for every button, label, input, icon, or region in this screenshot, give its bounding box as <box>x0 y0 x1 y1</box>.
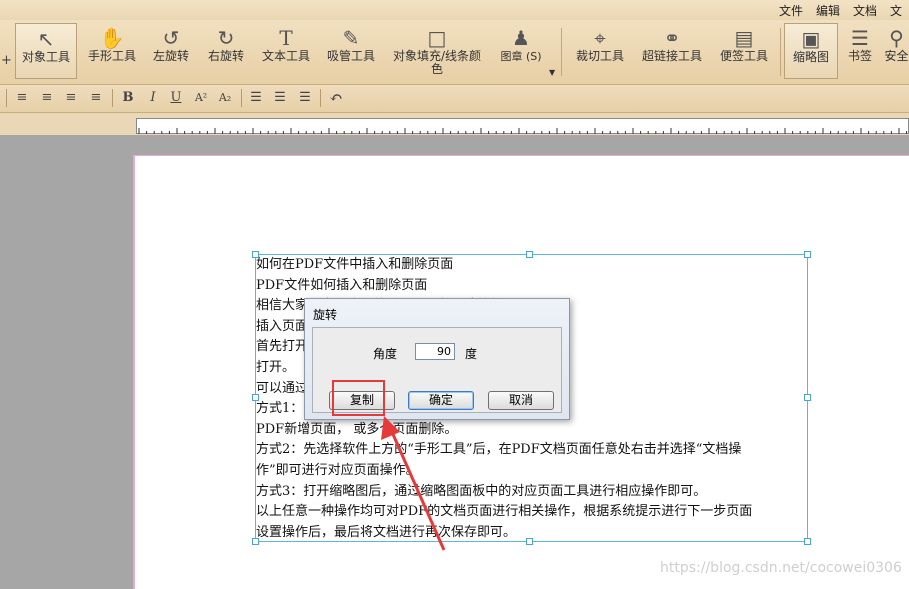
toolbar-separator <box>561 28 562 76</box>
resize-handle[interactable] <box>526 538 533 545</box>
text-line: 如何在PDF文件中插入和删除页面 <box>256 257 454 272</box>
note-icon: ▤ <box>734 26 754 50</box>
main-toolbar: + ↖ 对象工具 ✋ 手形工具 ↺ 左旋转 ↻ 右旋转 T 文本工具 ✎ 吸管工… <box>0 20 909 85</box>
tool-label: 右旋转 <box>207 49 244 63</box>
thumbnail-icon: ▣ <box>801 27 821 51</box>
watermark: https://blog.csdn.net/cocowei0306 <box>660 560 902 576</box>
superscript-icon[interactable]: A² <box>192 89 210 107</box>
text-line: 方式3：打开缩略图后，通过缩略图面板中的对应页面工具进行相应操作即可。 <box>256 483 707 499</box>
ruler-ticks <box>138 128 908 134</box>
tool-hand[interactable]: ✋ 手形工具 <box>84 23 140 79</box>
resize-handle[interactable] <box>252 394 259 401</box>
resize-handle[interactable] <box>252 538 259 545</box>
menu-more[interactable]: 文 <box>890 2 902 19</box>
lock-icon: ⚲ <box>889 26 904 50</box>
tool-label: 安全 <box>884 49 909 63</box>
cancel-button[interactable]: 取消 <box>488 391 554 410</box>
tool-crop[interactable]: ⌖ 裁切工具 <box>571 23 629 79</box>
tool-label: 对象填充/线条颜色 <box>392 49 482 76</box>
tool-label: 裁切工具 <box>575 49 624 63</box>
indent-icon[interactable]: ☰ <box>296 89 314 107</box>
toolbar-separator <box>780 28 781 76</box>
align-center-icon[interactable]: ≡ <box>38 89 56 107</box>
stamp-dropdown-arrow[interactable]: ▼ <box>549 68 555 77</box>
eyedropper-icon: ✎ <box>342 26 360 50</box>
format-toolbar: ≡ ≡ ≡ ≡ B I U A² A₂ ☰ ☰ ☰ ↶ <box>0 85 909 113</box>
bold-icon[interactable]: B <box>119 89 137 107</box>
resize-handle[interactable] <box>804 251 811 258</box>
degree-label: 度 <box>465 347 478 361</box>
page-edge <box>133 155 909 156</box>
tool-label: 手形工具 <box>87 49 136 63</box>
tool-rotate-right[interactable]: ↻ 右旋转 <box>201 23 251 79</box>
text-line: PDF新增页面， 或多个页面删除。 <box>256 421 458 437</box>
rotate-right-icon: ↻ <box>217 26 235 50</box>
horizontal-ruler[interactable] <box>136 118 909 134</box>
tool-label: 书签 <box>847 49 872 63</box>
fill-color-icon: □ <box>427 26 447 50</box>
list-icon[interactable]: ☰ <box>247 89 265 107</box>
justify-icon[interactable]: ≡ <box>87 89 105 107</box>
tool-label: 文本工具 <box>261 49 310 63</box>
toolbar-expand-marker: + <box>1 53 12 68</box>
tool-eyedropper[interactable]: ✎ 吸管工具 <box>323 23 379 79</box>
format-separator <box>112 89 113 107</box>
bookmark-icon: ☰ <box>851 26 869 50</box>
menu-edit[interactable]: 编辑 <box>816 2 840 19</box>
tool-bookmark[interactable]: ☰ 书签 <box>842 23 878 79</box>
italic-icon[interactable]: I <box>144 89 162 107</box>
resize-handle[interactable] <box>252 251 259 258</box>
angle-input[interactable] <box>415 343 455 360</box>
undo-icon[interactable]: ↶ <box>327 89 345 107</box>
tool-text[interactable]: T 文本工具 <box>258 23 314 79</box>
angle-label: 角度 <box>373 347 398 361</box>
align-left-icon[interactable]: ≡ <box>13 89 31 107</box>
highlight-box <box>332 380 385 416</box>
ok-button[interactable]: 确定 <box>408 391 474 410</box>
tool-note[interactable]: ▤ 便签工具 <box>715 23 773 79</box>
stamp-icon: ♟ <box>512 26 530 50</box>
resize-handle[interactable] <box>804 394 811 401</box>
tool-label: 缩略图 <box>792 50 829 64</box>
text-line: 方式2：先选择软件上方的“手形工具”后，在PDF文档页面任意处右击并选择“文档操 <box>256 442 742 458</box>
subscript-icon[interactable]: A₂ <box>216 89 234 107</box>
link-icon: ⚭ <box>663 26 681 50</box>
tool-label: 便签工具 <box>719 49 768 63</box>
tool-thumbnail[interactable]: ▣ 缩略图 <box>784 23 838 79</box>
menu-file[interactable]: 文件 <box>779 2 803 19</box>
tool-security[interactable]: ⚲ 安全 <box>884 23 909 79</box>
tool-object[interactable]: ↖ 对象工具 <box>15 23 77 79</box>
menu-document[interactable]: 文档 <box>853 2 877 19</box>
dialog-title: 旋转 <box>313 308 338 322</box>
menu-bar: 文件 编辑 文档 文 <box>0 0 909 20</box>
tool-label: 左旋转 <box>152 49 189 63</box>
tool-label: 吸管工具 <box>326 49 375 63</box>
format-separator <box>320 89 321 107</box>
crop-icon: ⌖ <box>594 26 606 50</box>
tool-rotate-left[interactable]: ↺ 左旋转 <box>146 23 196 79</box>
list-alt-icon[interactable]: ☰ <box>271 89 289 107</box>
hand-icon: ✋ <box>99 26 125 50</box>
text-line: 作”即可进行对应页面操作。 <box>256 463 419 478</box>
align-right-icon[interactable]: ≡ <box>62 89 80 107</box>
tool-hyperlink[interactable]: ⚭ 超链接工具 <box>639 23 705 79</box>
text-line: PDF文件如何插入和删除页面 <box>256 277 428 293</box>
tool-stamp[interactable]: ♟ 图章 (S) <box>496 23 546 79</box>
text-line: 设置操作后，最后将文档进行再次保存即可。 <box>256 524 517 540</box>
ruler-area <box>0 113 909 135</box>
resize-handle[interactable] <box>804 538 811 545</box>
tool-label: 超链接工具 <box>641 49 702 63</box>
text-line: 以上任意一种操作均可对PDF的文档页面进行相关操作，根据系统提示进行下一步页面 <box>256 504 753 520</box>
tool-label: 对象工具 <box>21 50 70 64</box>
format-separator <box>241 89 242 107</box>
tool-fill-color[interactable]: □ 对象填充/线条颜色 <box>388 23 486 79</box>
underline-icon[interactable]: U <box>167 89 185 107</box>
rotate-left-icon: ↺ <box>162 26 180 50</box>
text-icon: T <box>279 26 293 50</box>
tool-label: 图章 (S) <box>500 50 542 63</box>
cursor-icon: ↖ <box>37 27 55 51</box>
resize-handle[interactable] <box>526 251 533 258</box>
format-separator <box>6 89 7 107</box>
